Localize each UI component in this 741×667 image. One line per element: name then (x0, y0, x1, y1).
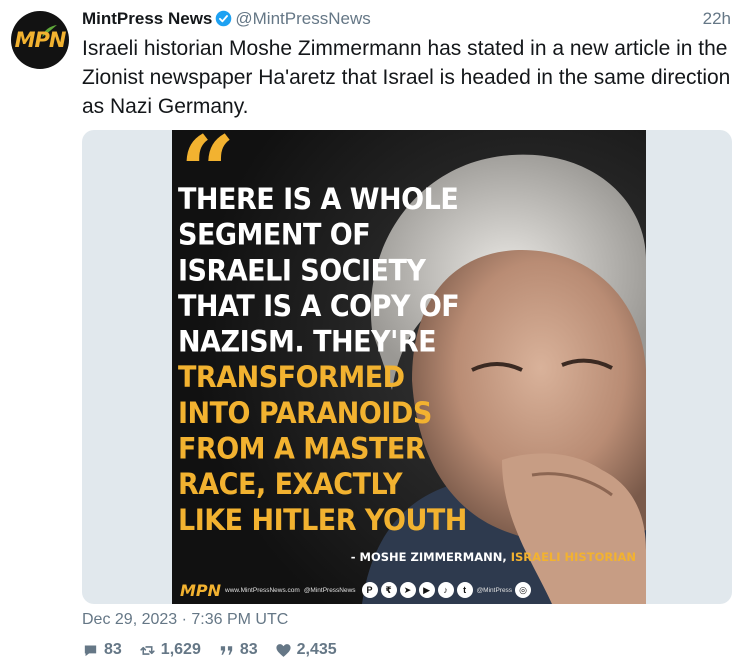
poster-handle: @MintPressNews (303, 586, 356, 594)
mpn-logo: MPN (180, 580, 222, 600)
poster-site-url: www.MintPressNews.com (225, 586, 300, 594)
quote-attribution: - MOSHE ZIMMERMANN, ISRAELI HISTORIAN (351, 550, 636, 564)
like-count[interactable]: 2,435 (275, 641, 337, 659)
quote-line: NAZISM. THEY'RE (178, 325, 437, 360)
like-count-value: 2,435 (296, 641, 337, 658)
avatar[interactable]: MPN (11, 11, 69, 69)
quote-line: FROM A MASTER (178, 432, 426, 467)
quote-icon (220, 645, 233, 655)
retweet-count-value: 1,629 (160, 641, 201, 658)
tweet-header: MintPress News @MintPressNews 22h (82, 9, 731, 31)
twitter-icon: t (456, 582, 473, 598)
relative-time[interactable]: 22h (703, 9, 731, 29)
quote-line: LIKE HITLER YOUTH (178, 503, 467, 538)
display-name[interactable]: MintPress News (82, 9, 212, 28)
quote-text: THERE IS A WHOLE SEGMENT OF ISRAELI SOCI… (178, 182, 467, 538)
tweet-media[interactable]: “ THERE IS A WHOLE SEGMENT OF ISRAELI SO… (82, 130, 732, 604)
poster-footer: MPN www.MintPressNews.com @MintPressNews… (172, 576, 646, 604)
quote-count[interactable]: 83 (218, 641, 258, 659)
tweet-text: Israeli historian Moshe Zimmermann has s… (82, 37, 731, 118)
avatar-logo-text: MPN (14, 28, 67, 52)
youtube-icon: ▶ (418, 582, 435, 598)
heart-icon (276, 643, 291, 657)
patreon-icon: P (361, 582, 378, 598)
reply-count-value: 83 (104, 641, 122, 658)
tweet-timestamp[interactable]: Dec 29, 2023 · 7:36 PM UTC (82, 611, 288, 629)
attribution-title: ISRAELI HISTORIAN (510, 550, 636, 564)
tiktok-icon: ♪ (437, 582, 454, 598)
quote-line: SEGMENT OF (178, 218, 371, 253)
quote-line: TRANSFORMED (178, 361, 405, 395)
reply-icon (84, 645, 97, 656)
telegram-icon: ➤ (399, 582, 416, 598)
attribution-name: - MOSHE ZIMMERMANN, (350, 550, 507, 564)
quote-line: THERE IS A WHOLE (178, 183, 459, 217)
quote-line: THAT IS A COPY OF (178, 290, 460, 324)
reply-count[interactable]: 83 (82, 641, 122, 659)
quote-poster-image: “ THERE IS A WHOLE SEGMENT OF ISRAELI SO… (172, 130, 646, 604)
quote-line: INTO PARANOIDS (178, 396, 432, 431)
retweet-icon (140, 645, 155, 655)
tweet-stats: 83 1,629 83 2,435 (82, 641, 337, 659)
quote-line: RACE, EXACTLY (178, 468, 403, 502)
quote-line: ISRAELI SOCIETY (178, 254, 426, 288)
rumble-icon: ₹ (380, 582, 397, 598)
verified-badge-icon (216, 10, 232, 27)
instagram-icon: ◎ (515, 582, 532, 598)
poster-handle-2: @MintPress (476, 586, 513, 594)
retweet-count[interactable]: 1,629 (139, 641, 201, 659)
social-icons: P ₹ ➤ ▶ ♪ t (361, 582, 473, 598)
username-handle[interactable]: @MintPressNews (235, 9, 370, 28)
quote-count-value: 83 (239, 641, 258, 658)
